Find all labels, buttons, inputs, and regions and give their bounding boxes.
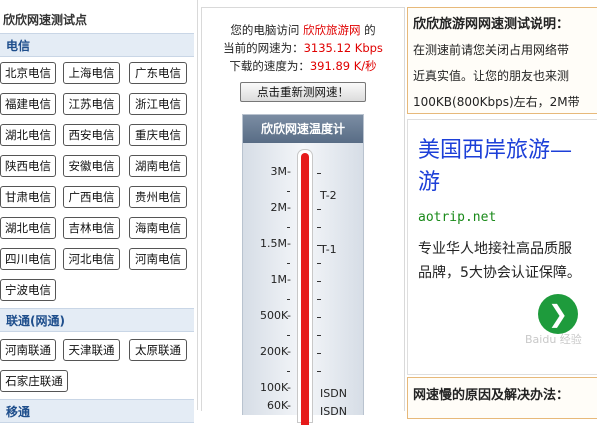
section-label: 联通(网通) — [6, 314, 65, 328]
city-button[interactable]: 安徽电信 — [63, 155, 120, 177]
city-button[interactable]: 太原联通 — [129, 339, 187, 361]
visit-prefix: 您的电脑访问 — [230, 23, 300, 37]
ad-description-cont: 品牌，5大协会认证保障。 — [418, 265, 581, 281]
ad-title-cont[interactable]: 游 — [418, 164, 440, 196]
ad-description: 专业华人地接社高品质服 — [418, 241, 572, 257]
city-button[interactable]: 吉林电信 — [63, 217, 120, 239]
line-type-label: ISDN — [320, 387, 347, 400]
right-tick — [317, 173, 321, 174]
scale-label: 100K- — [259, 381, 291, 394]
site-link[interactable]: 欣欣旅游网 — [303, 23, 361, 37]
scale-label: 60K- — [266, 399, 291, 412]
section-header-mobile: 移通 — [0, 399, 194, 423]
right-tick — [317, 299, 321, 300]
retest-button[interactable]: 点击重新测网速！ — [240, 82, 366, 102]
ad-title[interactable]: 美国西岸旅游— — [418, 132, 572, 164]
city-button[interactable]: 宁波电信 — [0, 279, 56, 301]
test-point-panel: 欣欣网速测试点 电信 北京电信 上海电信 广东电信 福建电信 江苏电信 浙江电信… — [0, 0, 198, 423]
city-button[interactable]: 湖南电信 — [129, 155, 187, 177]
right-tick — [317, 281, 321, 282]
test-instructions-box: 欣欣旅游网网速测试说明： 在测速前请您关闭占用网络带 近真实值。让您的朋友也来测… — [407, 7, 597, 114]
ad-url[interactable]: aotrip.net — [418, 210, 496, 225]
speed-thermometer: 欣欣网速温度计 3M- 2M- 1.5M- 1M- 500K- 200K- 10… — [242, 114, 364, 425]
city-button[interactable]: 上海电信 — [63, 62, 120, 84]
minor-tick — [287, 263, 290, 264]
city-button[interactable]: 北京电信 — [0, 62, 56, 84]
scale-label: 200K- — [259, 345, 291, 358]
city-button[interactable]: 石家庄联通 — [0, 370, 68, 392]
speed-prefix: 当前的网速为： — [223, 41, 304, 55]
right-tick — [317, 227, 321, 228]
right-tick — [317, 335, 321, 336]
speed-value: 3135.12 Kbps — [303, 41, 383, 55]
city-button[interactable]: 湖北电信 — [0, 217, 56, 239]
ad-go-button[interactable]: ❯ — [538, 294, 578, 334]
minor-tick — [287, 335, 290, 336]
section-label: 移通 — [6, 405, 31, 419]
panel-title: 欣欣网速测试点 — [3, 13, 88, 27]
section-header-telecom: 电信 — [0, 33, 194, 57]
instructions-title: 欣欣旅游网网速测试说明： — [413, 17, 570, 32]
visit-line: 您的电脑访问 欣欣旅游网 的 — [202, 22, 404, 38]
right-tick — [317, 263, 321, 264]
city-button[interactable]: 广东电信 — [129, 62, 187, 84]
section-header-unicom: 联通(网通) — [0, 308, 194, 332]
scale-label: 500K- — [259, 309, 291, 322]
city-button[interactable]: 陕西电信 — [0, 155, 56, 177]
right-tick — [317, 371, 321, 372]
info-panel: 欣欣旅游网网速测试说明： 在测速前请您关闭占用网络带 近真实值。让您的朋友也来测… — [407, 7, 597, 419]
watermark: Baidu 经验 — [525, 333, 582, 346]
instructions-line: 100KB(800Kbps)左右，2M带 — [413, 95, 580, 109]
city-button[interactable]: 重庆电信 — [129, 124, 187, 146]
thermometer-fill — [301, 153, 309, 425]
city-button[interactable]: 浙江电信 — [129, 93, 187, 115]
city-button[interactable]: 江苏电信 — [63, 93, 120, 115]
minor-tick — [287, 299, 290, 300]
scale-label: 1.5M- — [260, 237, 291, 250]
city-button[interactable]: 广西电信 — [63, 186, 120, 208]
city-button[interactable]: 天津联通 — [63, 339, 120, 361]
city-button[interactable]: 河南电信 — [129, 248, 187, 270]
city-button[interactable]: 湖北电信 — [0, 124, 56, 146]
thermometer-title: 欣欣网速温度计 — [243, 115, 363, 143]
speed-result-panel: 您的电脑访问 欣欣旅游网 的 当前的网速为：3135.12 Kbps 下载的速度… — [201, 7, 405, 425]
download-prefix: 下载的速度为： — [229, 59, 310, 73]
right-tick — [317, 209, 321, 210]
city-button[interactable]: 四川电信 — [0, 248, 56, 270]
download-value: 391.89 K/秒 — [309, 59, 377, 73]
speed-line: 当前的网速为：3135.12 Kbps — [202, 40, 404, 56]
visit-suffix: 的 — [364, 23, 376, 37]
reason-title: 网速慢的原因及解决办法： — [413, 388, 570, 403]
line-type-label: T-2 — [320, 189, 337, 202]
instructions-line: 在测速前请您关闭占用网络带 — [413, 43, 570, 57]
city-button[interactable]: 河北电信 — [63, 248, 120, 270]
section-label: 电信 — [6, 39, 31, 53]
minor-tick — [287, 227, 290, 228]
download-line: 下载的速度为：391.89 K/秒 — [202, 58, 404, 74]
line-type-label: T-1 — [320, 243, 337, 256]
thermometer-tube — [297, 149, 313, 425]
slow-reason-box: 网速慢的原因及解决办法： — [407, 377, 597, 419]
city-button[interactable]: 福建电信 — [0, 93, 56, 115]
right-tick — [317, 353, 321, 354]
minor-tick — [287, 191, 290, 192]
scale-label: 3M- — [270, 165, 291, 178]
right-tick — [317, 317, 321, 318]
instructions-line: 近真实值。让您的朋友也来测 — [413, 69, 570, 83]
city-button[interactable]: 贵州电信 — [129, 186, 187, 208]
scale-label: 2M- — [270, 201, 291, 214]
city-button[interactable]: 西安电信 — [63, 124, 120, 146]
minor-tick — [287, 371, 290, 372]
city-button[interactable]: 甘肃电信 — [0, 186, 56, 208]
city-button[interactable]: 海南电信 — [129, 217, 187, 239]
chevron-right-icon: ❯ — [547, 300, 569, 328]
city-button[interactable]: 河南联通 — [0, 339, 56, 361]
scale-label: 1M- — [270, 273, 291, 286]
line-type-label: ISDN — [320, 405, 347, 418]
